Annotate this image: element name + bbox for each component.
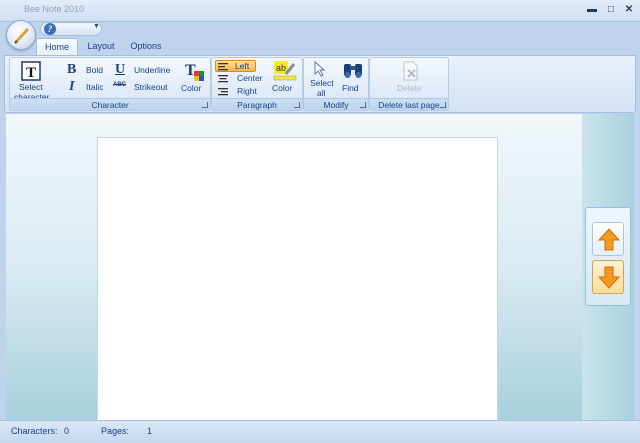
svg-text:ab: ab — [276, 63, 286, 73]
page-navigation — [585, 207, 631, 306]
italic-icon: I — [69, 79, 75, 94]
bold-icon: B — [67, 62, 77, 77]
underline-button[interactable]: U Underline — [112, 62, 176, 77]
dialog-launcher-icon[interactable] — [440, 102, 446, 108]
paragraph-color-button[interactable]: ab Color — [268, 59, 300, 99]
text-select-icon: T — [21, 61, 41, 81]
highlighter-icon: ab — [273, 61, 297, 81]
character-group-label: Character — [10, 98, 210, 110]
ribbon: T Select character B Bold I Italic U Und… — [4, 55, 636, 113]
tab-options[interactable]: Options — [126, 38, 166, 56]
pages-label: Pages: — [101, 426, 130, 436]
select-character-button[interactable]: T Select character — [12, 59, 52, 102]
align-left-icon — [218, 63, 228, 71]
dialog-launcher-icon[interactable] — [294, 102, 300, 108]
character-color-button[interactable]: T Color — [178, 59, 208, 99]
align-center-icon — [218, 75, 228, 83]
svg-text:T: T — [26, 65, 36, 81]
title-bar: Bee Note 2010 ▬ □ ✕ — [0, 0, 640, 22]
arrow-up-icon — [597, 228, 621, 251]
arrow-down-icon — [597, 266, 621, 289]
tab-home[interactable]: Home — [36, 38, 78, 56]
maximize-button[interactable]: □ — [603, 3, 619, 17]
strikeout-button[interactable]: ABC Strikeout — [112, 80, 176, 94]
tab-layout[interactable]: Layout — [82, 38, 120, 56]
app-menu-button[interactable] — [6, 20, 36, 50]
character-group: T Select character B Bold I Italic U Und… — [9, 57, 211, 111]
pages-count: 1 — [147, 426, 153, 436]
close-button[interactable]: ✕ — [621, 3, 637, 17]
align-right-button[interactable]: Right — [215, 86, 263, 98]
select-all-button[interactable]: Select all — [306, 59, 336, 99]
align-center-button[interactable]: Center — [215, 73, 263, 85]
delete-page-icon — [403, 61, 418, 81]
note-page[interactable] — [97, 137, 498, 421]
align-right-icon — [218, 88, 228, 96]
next-page-button[interactable] — [592, 260, 624, 294]
chevron-down-icon[interactable]: ▼ — [93, 23, 100, 30]
align-left-button[interactable]: Left — [215, 60, 256, 72]
minimize-button[interactable]: ▬ — [584, 3, 600, 17]
find-button[interactable]: Find — [338, 59, 366, 99]
delete-last-page-group-label: Delete last page — [370, 98, 448, 110]
dialog-launcher-icon[interactable] — [360, 102, 366, 108]
underline-icon: U — [115, 62, 126, 77]
italic-button[interactable]: I Italic — [64, 79, 110, 94]
bold-button[interactable]: B Bold — [64, 62, 110, 77]
binoculars-icon — [344, 64, 362, 78]
characters-count: 0 — [64, 426, 70, 436]
previous-page-button[interactable] — [592, 222, 624, 256]
strikethrough-icon: ABC — [113, 82, 126, 88]
status-bar: Characters: 0 Pages: 1 — [0, 420, 640, 443]
dialog-launcher-icon[interactable] — [202, 102, 208, 108]
delete-button[interactable]: Delete — [392, 59, 428, 99]
pen-icon — [14, 28, 29, 44]
paragraph-group: Left Center Right ab Color Paragraph — [211, 57, 303, 111]
characters-label: Characters: — [11, 426, 58, 436]
window-title: Bee Note 2010 — [24, 4, 85, 14]
modify-group-label: Modify — [304, 98, 368, 110]
modify-group: Select all Find Modify — [303, 57, 369, 111]
cursor-select-icon — [314, 61, 326, 77]
font-color-icon: T — [185, 62, 204, 81]
delete-last-page-group: Delete Delete last page — [369, 57, 449, 111]
help-icon[interactable]: ? — [44, 23, 56, 35]
paragraph-group-label: Paragraph — [212, 98, 302, 110]
